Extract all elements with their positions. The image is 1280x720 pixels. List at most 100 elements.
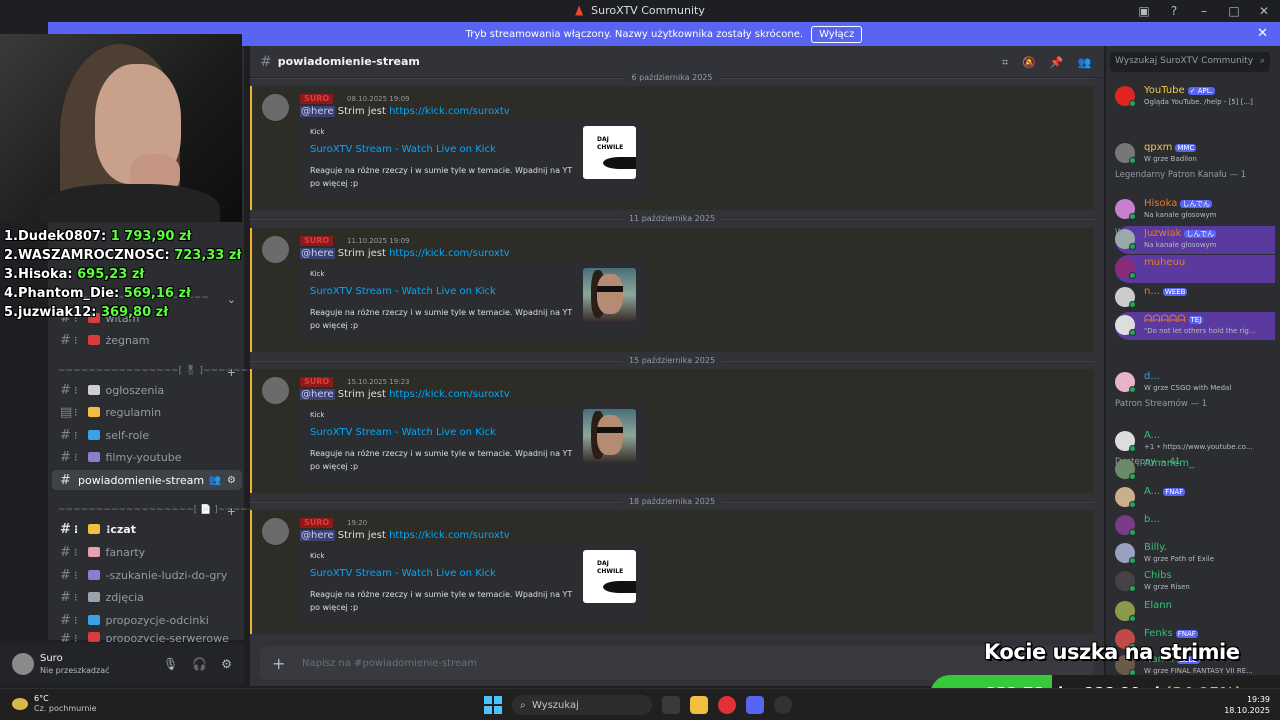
help-icon[interactable]: ? bbox=[1166, 4, 1182, 18]
category-header[interactable]: ~~~~~~~~~~~~~~~~[ 🎖 ]~~~~~~~~~~~~ + bbox=[58, 366, 293, 380]
embed-thumbnail[interactable] bbox=[583, 409, 636, 462]
add-channel-icon[interactable]: + bbox=[227, 366, 236, 379]
message-author[interactable]: SURO bbox=[300, 236, 334, 246]
embed-thumbnail[interactable] bbox=[583, 268, 636, 321]
channel-czat[interactable]: # ⁝ ⁝ czat bbox=[52, 519, 242, 539]
member-group-header: Legendarny Patron Kanału — 1 bbox=[1115, 170, 1247, 180]
close-banner-icon[interactable]: ✕ bbox=[1257, 26, 1268, 41]
minimize-button[interactable]: – bbox=[1196, 4, 1212, 18]
embed-provider: Kick bbox=[310, 552, 325, 560]
member-activity: "Do not let others hold the rig... bbox=[1144, 327, 1256, 335]
add-attachment-icon[interactable]: + bbox=[272, 654, 286, 673]
channel-powiadomienie-stream[interactable]: # powiadomienie-stream 👥 ⚙ bbox=[52, 470, 242, 490]
file-explorer-icon[interactable] bbox=[690, 696, 708, 714]
close-window-button[interactable]: ✕ bbox=[1256, 4, 1272, 18]
member-item[interactable]: ᗩᗩᗩᗩᗩ TEJ "Do not let others hold the rig.… bbox=[1115, 312, 1275, 340]
message-author[interactable]: SURO bbox=[300, 94, 334, 104]
disable-streamer-mode-button[interactable]: Wyłącz bbox=[811, 25, 863, 43]
message-author[interactable]: SURO bbox=[300, 518, 334, 528]
channel-self-role[interactable]: # ⁝ self-role bbox=[52, 425, 242, 445]
channel-regulamin[interactable]: ▤ ⁝ regulamin bbox=[52, 402, 242, 422]
microphone-icon[interactable]: 🎙 bbox=[163, 657, 178, 671]
embed-title[interactable]: SuroXTV Stream - Watch Live on Kick bbox=[310, 286, 496, 297]
add-channel-icon[interactable]: + bbox=[227, 505, 236, 518]
message-link[interactable]: https://kick.com/suroxtv bbox=[389, 389, 510, 400]
embed-title[interactable]: SuroXTV Stream - Watch Live on Kick bbox=[310, 427, 496, 438]
member-list-icon[interactable]: 👥 bbox=[1078, 56, 1092, 70]
channel-zdjecia[interactable]: # ⁝ zdjęcia bbox=[52, 587, 242, 607]
member-name: ᗩᗩᗩᗩᗩ TEJ bbox=[1144, 314, 1204, 325]
message-author[interactable]: SURO bbox=[300, 377, 334, 387]
message-input-placeholder[interactable]: Napisz na #powiadomienie-stream bbox=[302, 658, 477, 669]
link-embed: Kick SuroXTV Stream - Watch Live on Kick… bbox=[300, 403, 647, 483]
embed-provider: Kick bbox=[310, 128, 325, 136]
gear-icon[interactable]: ⚙ bbox=[221, 657, 232, 671]
system-clock[interactable]: 19:39 18.10.2025 bbox=[1224, 694, 1270, 716]
member-item[interactable]: b... bbox=[1115, 512, 1275, 540]
pin-icon bbox=[87, 615, 100, 625]
embed-title[interactable]: SuroXTV Stream - Watch Live on Kick bbox=[310, 144, 496, 155]
channel-label: fanarty bbox=[105, 545, 146, 559]
obs-icon[interactable] bbox=[774, 696, 792, 714]
opera-icon[interactable] bbox=[718, 696, 736, 714]
threads-icon[interactable]: ⌗ bbox=[1002, 56, 1008, 70]
channel-filmy-youtube[interactable]: # ⁝ filmy-youtube bbox=[52, 447, 242, 467]
chat-message[interactable]: SURO 11.10.2025 19:09 @here Strim jest h… bbox=[250, 228, 1094, 352]
channel-propozycje-odcinki[interactable]: # ⁝ propozycje-odcinki bbox=[52, 610, 242, 630]
avatar[interactable] bbox=[262, 236, 289, 263]
channel-szukanie-ludzi-do-gry[interactable]: # ⁝ -szukanie-ludzi-do-gry bbox=[52, 565, 242, 585]
member-item[interactable]: Billy. W grze Path of Exile bbox=[1115, 540, 1275, 568]
embed-thumbnail[interactable]: DAJ CHWILE bbox=[583, 550, 636, 603]
member-item[interactable]: Hisoka しんでん Na kanale głosowym bbox=[1115, 196, 1275, 224]
avatar[interactable] bbox=[262, 94, 289, 121]
member-item[interactable]: YouTube ✓ APL. Ogląda YouTube. /help - [5]… bbox=[1115, 83, 1275, 111]
channel-ogloszenia[interactable]: # ⁝ ogłoszenia bbox=[52, 380, 242, 400]
message-link[interactable]: https://kick.com/suroxtv bbox=[389, 106, 510, 117]
member-name: A... bbox=[1144, 430, 1161, 441]
link-embed: Kick SuroXTV Stream - Watch Live on Kick… bbox=[300, 262, 647, 342]
taskbar-search[interactable]: ⌕ Wyszukaj bbox=[512, 695, 652, 715]
headphones-icon[interactable]: 🎧 bbox=[192, 657, 207, 671]
chat-message[interactable]: SURO 19:20 @here Strim jest https://kick… bbox=[250, 510, 1094, 634]
member-item[interactable]: d... W grze CSGO with Medal bbox=[1115, 369, 1275, 397]
avatar[interactable] bbox=[262, 518, 289, 545]
member-item[interactable]: Amanem_ bbox=[1115, 456, 1275, 484]
member-item[interactable]: Juzwiak しんでん Na kanale głosowym bbox=[1115, 226, 1275, 254]
task-view-icon[interactable] bbox=[662, 696, 680, 714]
member-item[interactable]: n... WEEB bbox=[1115, 284, 1275, 312]
member-name: Billy. bbox=[1144, 542, 1167, 553]
member-item[interactable]: Chibs W grze Risen bbox=[1115, 568, 1275, 596]
invite-icon[interactable]: 👥 bbox=[209, 475, 221, 486]
avatar[interactable] bbox=[262, 377, 289, 404]
message-link[interactable]: https://kick.com/suroxtv bbox=[389, 530, 510, 541]
chat-message[interactable]: SURO 15.10.2025 19:23 @here Strim jest h… bbox=[250, 369, 1094, 493]
category-header[interactable]: ~~~~~~~~~~~~~~~~~~[ 📄 ]~~~~~~~~~~~ + bbox=[58, 505, 301, 519]
embed-title[interactable]: SuroXTV Stream - Watch Live on Kick bbox=[310, 568, 496, 579]
member-item[interactable]: qpxm MMC W grze Badlion bbox=[1115, 140, 1275, 168]
member-group-header: Patron Streamów — 1 bbox=[1115, 399, 1208, 409]
discord-icon[interactable] bbox=[746, 696, 764, 714]
message-link[interactable]: https://kick.com/suroxtv bbox=[389, 248, 510, 259]
gear-icon[interactable]: ⚙ bbox=[227, 475, 236, 486]
member-item[interactable]: Elann bbox=[1115, 598, 1275, 626]
avatar[interactable] bbox=[12, 653, 34, 675]
member-name: Chibs bbox=[1144, 570, 1172, 581]
member-item[interactable]: muheuu bbox=[1115, 255, 1275, 283]
start-button[interactable] bbox=[484, 696, 502, 714]
channel-fanarty[interactable]: # ⁝ fanarty bbox=[52, 542, 242, 562]
channel-zegnam[interactable]: # ⁝ żegnam bbox=[52, 330, 242, 350]
pin-icon[interactable]: 📌 bbox=[1050, 56, 1064, 70]
status-dot-icon bbox=[1129, 529, 1136, 536]
header-icons: ⌗ 🔕 📌 👥 bbox=[1002, 56, 1091, 70]
channel-propozycje-serwerowe[interactable]: # ⁝ propozycje-serwerowe bbox=[52, 632, 242, 642]
mute-bell-icon[interactable]: 🔕 bbox=[1022, 56, 1036, 70]
inbox-icon[interactable]: ▣ bbox=[1136, 4, 1152, 18]
member-item[interactable]: A... FNAF bbox=[1115, 484, 1275, 512]
member-item[interactable]: A... +1 • https://www.youtube.co... bbox=[1115, 428, 1275, 456]
member-tag: MMC bbox=[1175, 144, 1197, 152]
chat-message[interactable]: SURO 08.10.2025 19:09 @here Strim jest h… bbox=[250, 86, 1094, 210]
weather-widget[interactable]: 6°C Cz. pochmurnie bbox=[12, 694, 97, 713]
search-input[interactable]: Wyszukaj SuroXTV Community ⌕ bbox=[1110, 52, 1270, 72]
maximize-button[interactable]: □ bbox=[1226, 4, 1242, 18]
embed-thumbnail[interactable]: DAJ CHWILE bbox=[583, 126, 636, 179]
